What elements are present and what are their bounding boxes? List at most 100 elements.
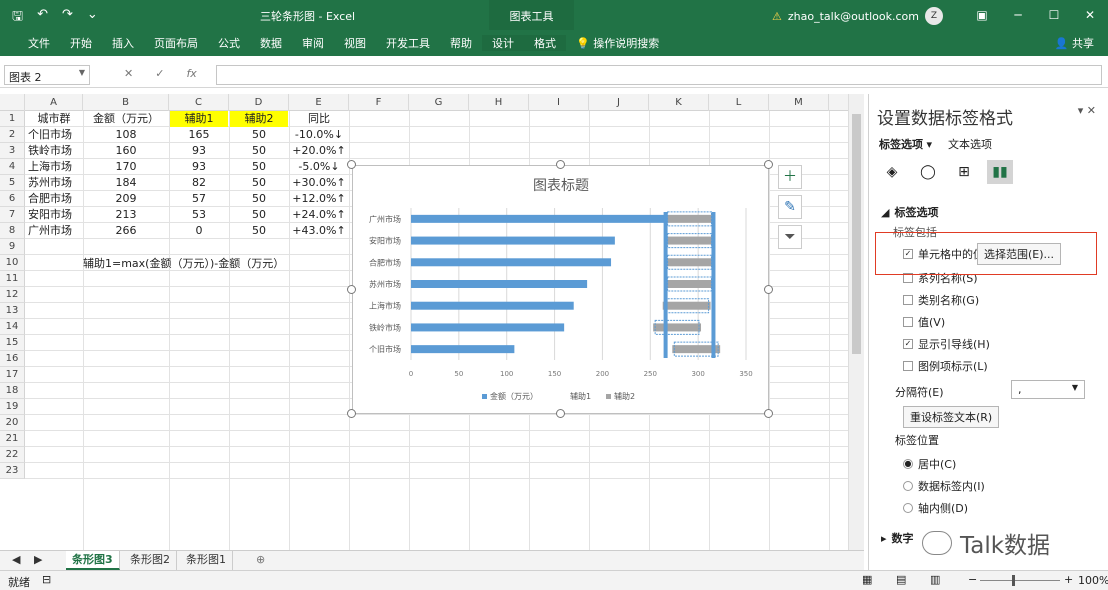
tab-review[interactable]: 审阅 [292, 35, 334, 51]
legend-entry-2[interactable]: 辅助1 [570, 391, 591, 401]
checkbox[interactable] [903, 361, 913, 371]
bar-helper1[interactable] [615, 237, 666, 245]
row-header-23[interactable]: 23 [0, 463, 25, 479]
table-cell[interactable]: 170 [86, 159, 166, 175]
column-header-k[interactable]: K [649, 94, 709, 111]
maximize-icon[interactable]: ☐ [1036, 0, 1072, 30]
resize-handle[interactable] [764, 409, 773, 418]
tab-text-options[interactable]: 文本选项 [948, 136, 992, 152]
table-cell[interactable]: 50 [232, 127, 286, 143]
chart-canvas[interactable]: 图表标题 0 50 100 150 200 250 300 350 广州市场安阳市场合肥市场苏州市… [353, 166, 770, 415]
bar-helper1[interactable] [587, 280, 665, 288]
table-cell[interactable]: 铁岭市场 [28, 143, 80, 159]
tell-me-search[interactable]: 💡 操作说明搜索 [566, 35, 669, 51]
bar-amount[interactable] [411, 258, 612, 267]
column-title-cell[interactable]: 金额（万元） [86, 111, 166, 127]
table-cell[interactable]: 合肥市场 [28, 191, 80, 207]
bar-helper2[interactable] [665, 214, 714, 223]
bar-amount[interactable] [411, 236, 615, 245]
column-header-a[interactable]: A [25, 94, 83, 111]
page-layout-icon[interactable]: ▤ [896, 573, 906, 586]
tab-formulas[interactable]: 公式 [208, 35, 250, 51]
row-header-15[interactable]: 15 [0, 335, 25, 351]
table-cell[interactable]: 82 [172, 175, 226, 191]
bar-helper1[interactable] [611, 258, 666, 266]
customize-icon[interactable]: ⌄ [87, 7, 98, 29]
row-header-8[interactable]: 8 [0, 223, 25, 239]
row-header-20[interactable]: 20 [0, 415, 25, 431]
bar-amount[interactable] [411, 280, 588, 288]
legend-entry-3[interactable]: 辅助2 [614, 391, 635, 401]
formula-input[interactable] [216, 65, 1102, 85]
column-header-f[interactable]: F [349, 94, 409, 111]
table-cell[interactable]: +20.0%↑ [292, 143, 346, 159]
add-sheet-icon[interactable]: ⊕ [250, 551, 271, 570]
bar-helper1[interactable] [574, 302, 663, 310]
section-number[interactable]: ▸ 数字 [881, 530, 914, 546]
table-cell[interactable]: 165 [172, 127, 226, 143]
formula-note-cell[interactable]: 辅助1=max(金额（万元）)-金额（万元） [83, 256, 284, 272]
zoom-in-icon[interactable]: + [1064, 573, 1073, 586]
avatar[interactable]: Z [924, 7, 943, 25]
tab-home[interactable]: 开始 [60, 35, 102, 51]
legend-entry-1[interactable]: 金额（万元） [490, 391, 538, 401]
table-cell[interactable]: 57 [172, 191, 226, 207]
row-header-10[interactable]: 10 [0, 255, 25, 271]
tab-label-options[interactable]: 标签选项 ▾ [879, 136, 932, 152]
account-area[interactable]: ⚠ zhao_talk@outlook.com Z [772, 7, 943, 25]
table-cell[interactable]: 209 [86, 191, 166, 207]
table-cell[interactable]: 安阳市场 [28, 207, 80, 223]
column-title-cell[interactable]: 辅助1 [170, 111, 228, 127]
tab-insert[interactable]: 插入 [102, 35, 144, 51]
tab-page-layout[interactable]: 页面布局 [144, 35, 208, 51]
zoom-out-icon[interactable]: − [968, 573, 977, 586]
option-leader-lines[interactable]: ✓ 显示引导线(H) [903, 336, 990, 352]
enter-icon[interactable]: ✓ [155, 67, 164, 80]
bar-helper2[interactable] [665, 258, 714, 267]
radio-selected[interactable]: ● [903, 459, 913, 469]
name-box[interactable]: 图表 2 ▼ [4, 65, 90, 85]
resize-handle[interactable] [555, 160, 565, 169]
sheet-tab-2[interactable]: 条形图2 [124, 551, 177, 570]
fill-icon[interactable]: ◈ [879, 160, 905, 184]
row-header-18[interactable]: 18 [0, 383, 25, 399]
brush-icon[interactable]: ✎ [778, 195, 802, 219]
row-header-19[interactable]: 19 [0, 399, 25, 415]
row-header-13[interactable]: 13 [0, 303, 25, 319]
row-header-2[interactable]: 2 [0, 127, 25, 143]
row-header-14[interactable]: 14 [0, 319, 25, 335]
bar-helper1[interactable] [514, 345, 672, 353]
table-cell[interactable]: 93 [172, 143, 226, 159]
chevron-down-icon[interactable]: ▼ [79, 68, 85, 77]
table-cell[interactable]: 160 [86, 143, 166, 159]
table-cell[interactable]: 50 [232, 159, 286, 175]
bar-helper2[interactable] [662, 301, 711, 310]
table-cell[interactable]: 266 [86, 223, 166, 239]
column-header-c[interactable]: C [169, 94, 229, 111]
table-cell[interactable]: 50 [232, 223, 286, 239]
table-cell[interactable]: 0 [172, 223, 226, 239]
column-header-m[interactable]: M [769, 94, 829, 111]
checkbox[interactable] [903, 317, 913, 327]
table-cell[interactable]: +12.0%↑ [292, 191, 346, 207]
close-icon[interactable]: ✕ [1072, 0, 1108, 30]
section-label-options[interactable]: ◢ 标签选项 [881, 204, 938, 220]
sheet-nav-left-icon[interactable]: ◀ [6, 551, 26, 570]
size-icon[interactable]: ⊞ [951, 160, 977, 184]
row-header-5[interactable]: 5 [0, 175, 25, 191]
table-cell[interactable]: 50 [232, 191, 286, 207]
select-all-corner[interactable] [0, 94, 25, 111]
undo-icon[interactable]: ↶ [37, 7, 48, 29]
bar-amount[interactable] [411, 214, 666, 223]
bar-helper2[interactable] [665, 280, 714, 288]
sheet-tab-1[interactable]: 条形图3 [66, 551, 120, 570]
zoom-slider[interactable] [980, 580, 1060, 581]
resize-handle[interactable] [347, 284, 356, 294]
table-cell[interactable]: 108 [86, 127, 166, 143]
label-selection-left[interactable] [663, 212, 668, 358]
plus-icon[interactable]: ＋ [778, 165, 802, 189]
table-cell[interactable]: 苏州市场 [28, 175, 80, 191]
column-header-j[interactable]: J [589, 94, 649, 111]
table-cell[interactable]: 93 [172, 159, 226, 175]
option-category-name[interactable]: 类别名称(G) [903, 292, 979, 308]
